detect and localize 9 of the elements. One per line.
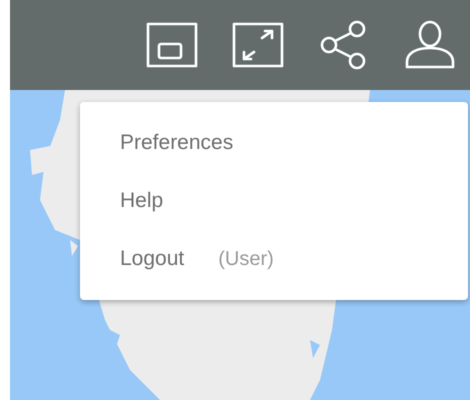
user-note: (User) bbox=[218, 248, 274, 270]
menu-item-label: Logout bbox=[120, 247, 184, 271]
picture-in-picture-icon bbox=[146, 22, 198, 68]
expand-icon bbox=[232, 22, 284, 68]
menu-item[interactable]: Logout (User) bbox=[80, 230, 468, 288]
menu-item[interactable]: Help bbox=[80, 172, 468, 230]
account-button[interactable] bbox=[404, 19, 456, 71]
user-icon bbox=[404, 20, 456, 70]
menu-item[interactable]: Preferences bbox=[80, 114, 468, 172]
